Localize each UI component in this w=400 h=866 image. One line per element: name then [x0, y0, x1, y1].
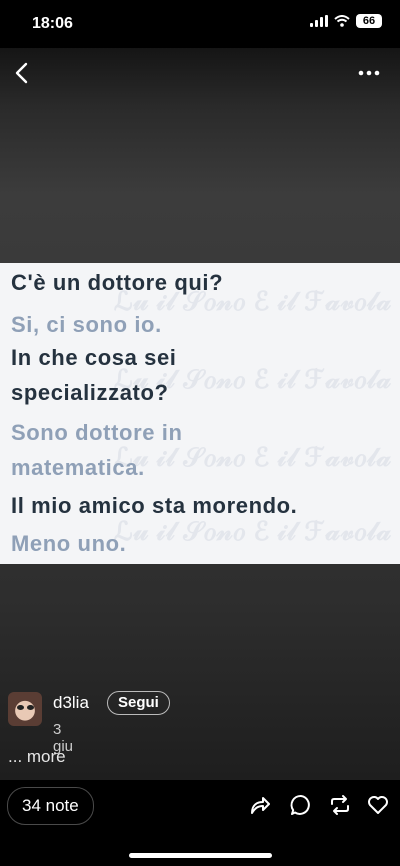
notes-button[interactable]: 34 note: [7, 787, 94, 825]
share-icon[interactable]: [248, 793, 272, 817]
status-icons: 66: [310, 14, 382, 28]
more-link[interactable]: ... more: [8, 747, 66, 767]
quote-line: In che cosa sei: [11, 345, 177, 370]
post-nav: [0, 48, 400, 98]
status-bar: 18:06 66: [0, 0, 400, 48]
wifi-icon: [334, 15, 350, 27]
watermark-line: ℒ𝓊 𝒾𝓁 𝒮𝑜𝓃𝑜 ℰ 𝒾𝓁 ℱ𝒶𝓋𝑜𝓁𝒶: [113, 443, 392, 472]
chevron-left-icon[interactable]: [8, 58, 38, 88]
cellular-signal-icon: [310, 15, 328, 27]
ellipsis-icon[interactable]: [356, 60, 382, 86]
avatar-eye: [17, 705, 24, 710]
author-name[interactable]: d3lia: [53, 693, 89, 713]
home-indicator[interactable]: [129, 853, 272, 858]
quote-line: matematica.: [11, 455, 145, 480]
reblog-icon[interactable]: [328, 793, 352, 817]
quote-line: specializzato?: [11, 380, 169, 405]
like-icon[interactable]: [366, 793, 390, 817]
quote-line: Meno uno.: [11, 531, 127, 556]
quote-line: Sono dottore in: [11, 420, 183, 445]
status-time: 18:06: [32, 15, 73, 32]
post-container: ℒ𝓊 𝒾𝓁 𝒮𝑜𝓃𝑜 ℰ 𝒾𝓁 ℱ𝒶𝓋𝑜𝓁𝒶 ℒ𝓊 𝒾𝓁 𝒮𝑜𝓃𝑜 ℰ 𝒾𝓁 ℱ…: [0, 48, 400, 780]
reply-icon[interactable]: [289, 793, 313, 817]
follow-button[interactable]: Segui: [107, 691, 170, 715]
quote-line: Il mio amico sta morendo.: [11, 493, 298, 518]
avatar[interactable]: [8, 692, 42, 726]
avatar-eye: [27, 705, 34, 710]
quote-image: ℒ𝓊 𝒾𝓁 𝒮𝑜𝓃𝑜 ℰ 𝒾𝓁 ℱ𝒶𝓋𝑜𝓁𝒶 ℒ𝓊 𝒾𝓁 𝒮𝑜𝓃𝑜 ℰ 𝒾𝓁 ℱ…: [0, 263, 400, 564]
quote-line: Si, ci sono io.: [11, 312, 162, 337]
watermark-line: ℒ𝓊 𝒾𝓁 𝒮𝑜𝓃𝑜 ℰ 𝒾𝓁 ℱ𝒶𝓋𝑜𝓁𝒶: [113, 517, 392, 546]
post-footer: 34 note: [0, 780, 400, 866]
battery-icon: 66: [356, 14, 382, 28]
quote-line: C'è un dottore qui?: [11, 270, 224, 295]
